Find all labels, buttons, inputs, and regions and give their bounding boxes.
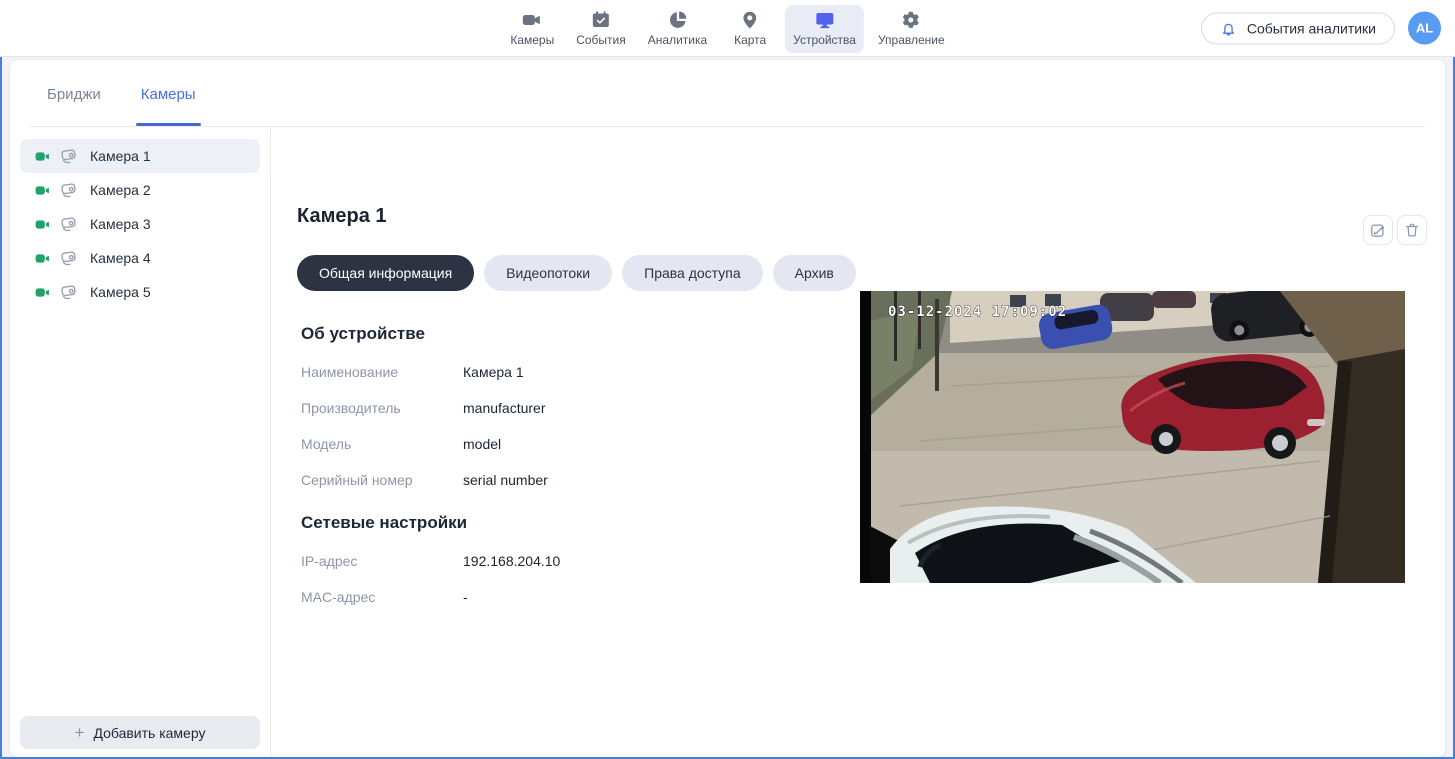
edit-icon — [1370, 222, 1386, 238]
page-title: Камера 1 — [297, 205, 387, 228]
cctv-camera-icon — [60, 148, 80, 164]
nav-label: Управление — [878, 33, 945, 47]
nav-label: Карта — [734, 33, 766, 47]
nav-item-events[interactable]: События — [568, 5, 634, 53]
add-camera-button[interactable]: + Добавить камеру — [20, 716, 260, 749]
field-row: MAC-адрес - — [301, 586, 841, 608]
camera-online-status-icon — [35, 151, 50, 162]
nav-item-management[interactable]: Управление — [870, 5, 953, 53]
camera-online-status-icon — [35, 219, 50, 230]
section-network-settings: Сетевые настройки IP-адрес 192.168.204.1… — [301, 513, 841, 608]
nav-label: Аналитика — [648, 33, 707, 47]
field-label: IP-адрес — [301, 550, 463, 572]
nav-item-cameras[interactable]: Камеры — [502, 5, 562, 53]
section-title: Сетевые настройки — [301, 513, 841, 533]
camera-online-status-icon — [35, 287, 50, 298]
camera-online-status-icon — [35, 185, 50, 196]
nav-item-analytics[interactable]: Аналитика — [640, 5, 715, 53]
nav-item-devices[interactable]: Устройства — [785, 5, 864, 53]
bell-icon — [1220, 19, 1237, 37]
field-value: 192.168.204.10 — [463, 550, 560, 572]
cctv-camera-icon — [60, 250, 80, 266]
field-label: Наименование — [301, 361, 463, 383]
analytics-events-label: События аналитики — [1247, 20, 1376, 36]
gear-icon — [901, 10, 921, 30]
camera-name: Камера 2 — [90, 182, 151, 198]
section-about-device: Об устройстве Наименование Камера 1 Прои… — [301, 324, 841, 491]
top-header: Камеры События Аналитика — [0, 0, 1455, 57]
camera-name: Камера 3 — [90, 216, 151, 232]
user-avatar[interactable]: AL — [1408, 12, 1441, 45]
field-row: IP-адрес 192.168.204.10 — [301, 550, 841, 572]
camera-list-item-5[interactable]: Камера 5 — [20, 275, 260, 309]
trash-icon — [1404, 222, 1420, 238]
delete-camera-button[interactable] — [1397, 215, 1427, 245]
field-value: serial number — [463, 469, 548, 491]
camera-list: Камера 1 Камера 2 Камера 3 Камера 4 — [20, 139, 260, 309]
snapshot-timestamp: 03-12-2024 17:09:02 — [888, 304, 1067, 320]
header-right: События аналитики AL — [1201, 12, 1441, 45]
avatar-initials: AL — [1416, 21, 1433, 36]
camera-list-item-1[interactable]: Камера 1 — [20, 139, 260, 173]
video-camera-icon — [522, 10, 542, 30]
field-row: Серийный номер serial number — [301, 469, 841, 491]
camera-online-status-icon — [35, 253, 50, 264]
sidebar-divider — [270, 127, 271, 757]
pill-general-info[interactable]: Общая информация — [297, 255, 474, 291]
cctv-camera-icon — [60, 182, 80, 198]
cctv-camera-icon — [60, 284, 80, 300]
tab-bridges[interactable]: Бриджи — [45, 62, 103, 126]
app-window: Камеры События Аналитика — [0, 0, 1455, 759]
camera-snapshot-image: 03-12-2024 17:09:02 — [860, 291, 1405, 583]
nav-item-map[interactable]: Карта — [721, 5, 779, 53]
field-label: MAC-адрес — [301, 586, 463, 608]
field-value: - — [463, 586, 468, 608]
cctv-camera-icon — [60, 216, 80, 232]
detail-tabs: Общая информация Видеопотоки Права досту… — [297, 255, 856, 291]
pill-video-streams[interactable]: Видеопотоки — [484, 255, 612, 291]
camera-name: Камера 4 — [90, 250, 151, 266]
field-label: Серийный номер — [301, 469, 463, 491]
main-nav: Камеры События Аналитика — [502, 0, 952, 57]
nav-label: Камеры — [510, 33, 554, 47]
nav-label: Устройства — [793, 33, 856, 47]
tabs-divider — [30, 126, 1425, 127]
camera-list-item-3[interactable]: Камера 3 — [20, 207, 260, 241]
field-value: manufacturer — [463, 397, 545, 419]
device-type-tabs: Бриджи Камеры — [45, 60, 198, 127]
camera-list-item-2[interactable]: Камера 2 — [20, 173, 260, 207]
monitor-icon — [815, 10, 835, 30]
section-title: Об устройстве — [301, 324, 841, 344]
field-row: Модель model — [301, 433, 841, 455]
calendar-check-icon — [591, 10, 611, 30]
pill-archive[interactable]: Архив — [773, 255, 856, 291]
field-row: Наименование Камера 1 — [301, 361, 841, 383]
field-row: Производитель manufacturer — [301, 397, 841, 419]
camera-snapshot: 03-12-2024 17:09:02 — [860, 291, 1405, 583]
camera-list-item-4[interactable]: Камера 4 — [20, 241, 260, 275]
add-camera-label: Добавить камеру — [93, 725, 205, 741]
detail-sections: Об устройстве Наименование Камера 1 Прои… — [301, 324, 841, 630]
map-pin-icon — [740, 10, 760, 30]
camera-name: Камера 1 — [90, 148, 151, 164]
field-label: Производитель — [301, 397, 463, 419]
pie-chart-icon — [667, 10, 687, 30]
pill-access-rights[interactable]: Права доступа — [622, 255, 762, 291]
tab-cameras[interactable]: Камеры — [139, 62, 198, 126]
detail-actions — [1363, 215, 1427, 245]
camera-name: Камера 5 — [90, 284, 151, 300]
field-label: Модель — [301, 433, 463, 455]
field-value: model — [463, 433, 501, 455]
field-value: Камера 1 — [463, 361, 524, 383]
content-card: Бриджи Камеры Камера 1 Камера 2 Камера 3 — [10, 60, 1445, 757]
edit-camera-button[interactable] — [1363, 215, 1393, 245]
analytics-events-button[interactable]: События аналитики — [1201, 12, 1395, 44]
plus-icon: + — [75, 724, 85, 741]
nav-label: События — [576, 33, 626, 47]
